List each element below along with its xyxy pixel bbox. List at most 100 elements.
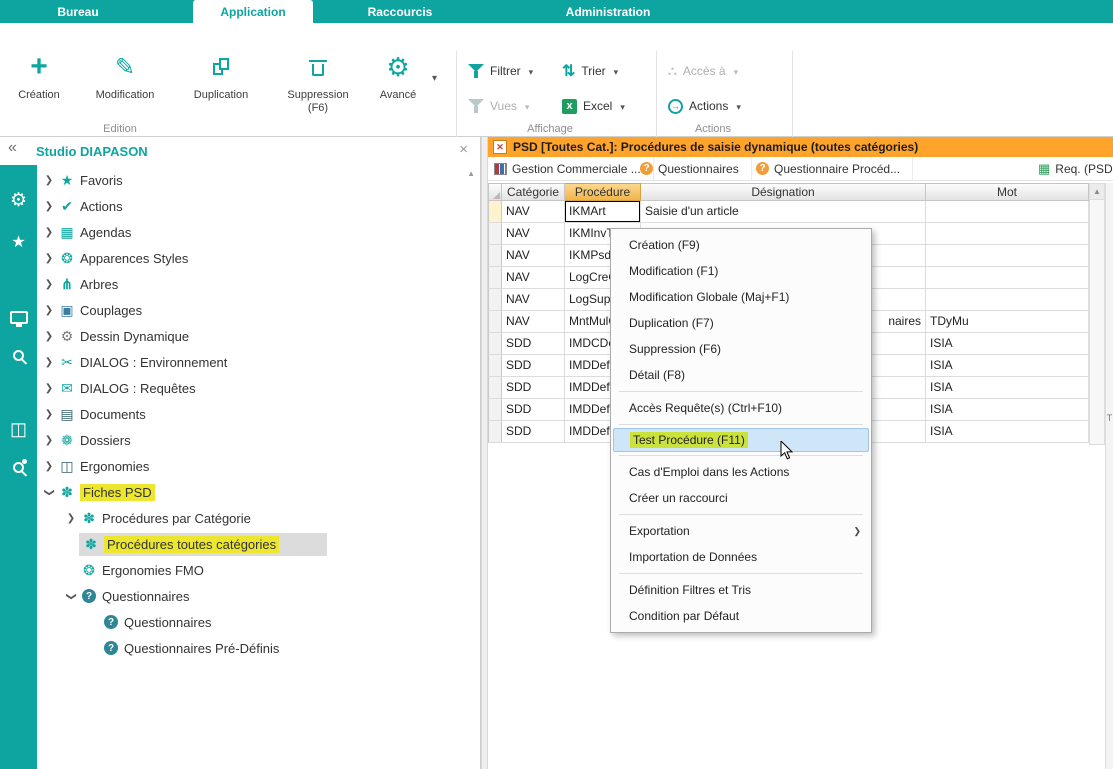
column-header-designation[interactable]: Désignation — [641, 183, 926, 201]
rail-search-plus-button[interactable] — [0, 452, 37, 482]
sidebar-item-ergonomies[interactable]: Ergonomies — [37, 453, 481, 479]
menu-item-modification-globale[interactable]: Modification Globale (Maj+F1) — [611, 284, 871, 310]
row-selector-header[interactable] — [488, 183, 502, 201]
rail-monitor-button[interactable] — [0, 302, 37, 332]
mot-cell[interactable] — [926, 201, 1089, 223]
sidebar-item-actions[interactable]: Actions — [37, 193, 481, 219]
sidebar-item-couplages[interactable]: Couplages — [37, 297, 481, 323]
scroll-up-icon[interactable] — [1090, 184, 1104, 200]
mot-cell[interactable] — [926, 289, 1089, 311]
tab-bureau[interactable]: Bureau — [30, 0, 126, 23]
sidebar-item-procedures-par-categorie[interactable]: Procédures par Catégorie — [37, 505, 481, 531]
chevron-right-icon[interactable] — [41, 305, 57, 316]
chevron-right-icon[interactable] — [41, 357, 57, 368]
chevron-right-icon[interactable] — [41, 253, 57, 264]
cat-cell[interactable]: SDD — [502, 399, 565, 421]
mot-cell[interactable]: ISIA — [926, 399, 1089, 421]
mot-cell[interactable] — [926, 223, 1089, 245]
menu-item-cas-demploi[interactable]: Cas d'Emploi dans les Actions — [611, 459, 871, 485]
chevron-right-icon[interactable] — [41, 175, 57, 186]
rail-favorites-button[interactable] — [0, 227, 37, 257]
menu-item-suppression[interactable]: Suppression (F6) — [611, 336, 871, 362]
row-selector[interactable] — [488, 355, 502, 377]
menu-item-exportation[interactable]: Exportation — [611, 518, 871, 544]
chevron-right-icon[interactable] — [63, 513, 79, 524]
chevron-right-icon[interactable] — [41, 279, 57, 290]
cat-cell[interactable]: SDD — [502, 355, 565, 377]
cat-cell[interactable]: NAV — [502, 289, 565, 311]
sidebar-item-questionnaires-pre-definis[interactable]: Questionnaires Pré-Définis — [37, 635, 481, 661]
sidebar-item-fiches-psd[interactable]: Fiches PSD — [37, 479, 481, 505]
cat-cell[interactable]: NAV — [502, 223, 565, 245]
row-selector[interactable] — [488, 377, 502, 399]
sidebar-item-apparences-styles[interactable]: Apparences Styles — [37, 245, 481, 271]
row-selector[interactable] — [488, 311, 502, 333]
des-cell[interactable]: Saisie d'un article — [641, 201, 926, 223]
menu-item-duplication[interactable]: Duplication (F7) — [611, 310, 871, 336]
avance-button[interactable]: Avancé — [370, 51, 426, 127]
cat-cell[interactable]: NAV — [502, 201, 565, 223]
sidebar-item-procedures-toutes-categories[interactable]: Procédures toutes catégories — [37, 531, 481, 557]
cat-cell[interactable]: SDD — [502, 377, 565, 399]
chevron-right-icon[interactable] — [41, 201, 57, 212]
sidebar-item-arbres[interactable]: Arbres — [37, 271, 481, 297]
menu-item-acces-requetes[interactable]: Accès Requête(s) (Ctrl+F10) — [611, 395, 871, 421]
menu-item-importation[interactable]: Importation de Données — [611, 544, 871, 570]
row-selector[interactable] — [488, 267, 502, 289]
rail-search-button[interactable] — [0, 340, 37, 370]
column-header-categorie[interactable]: Catégorie — [502, 183, 565, 201]
sidebar-item-dialog-requetes[interactable]: DIALOG : Requêtes — [37, 375, 481, 401]
trier-button[interactable]: Trier — [562, 60, 618, 82]
row-selector[interactable] — [488, 245, 502, 267]
collapse-sidebar-icon[interactable] — [8, 139, 17, 157]
doc-tab-questionnaires[interactable]: Questionnaires — [640, 157, 752, 180]
tab-administration[interactable]: Administration — [540, 0, 676, 23]
actions-button[interactable]: Actions — [668, 95, 741, 117]
vertical-scrollbar[interactable] — [1089, 183, 1105, 445]
row-selector[interactable] — [488, 289, 502, 311]
table-row[interactable]: NAV IKMArt Saisie d'un article — [488, 201, 1089, 223]
mot-cell[interactable]: ISIA — [926, 333, 1089, 355]
menu-item-modification[interactable]: Modification (F1) — [611, 258, 871, 284]
tab-raccourcis[interactable]: Raccourcis — [352, 0, 448, 23]
vues-button[interactable]: Vues — [468, 95, 529, 117]
cat-cell[interactable]: NAV — [502, 245, 565, 267]
column-header-procedure[interactable]: Procédure — [565, 183, 641, 201]
menu-item-creer-raccourci[interactable]: Créer un raccourci — [611, 485, 871, 511]
sidebar-item-dialog-environnement[interactable]: DIALOG : Environnement — [37, 349, 481, 375]
doc-tab-questionnaire-proced[interactable]: Questionnaire Procéd... — [756, 157, 913, 180]
chevron-down-icon[interactable] — [41, 487, 57, 498]
mot-cell[interactable] — [926, 267, 1089, 289]
sidebar-item-dossiers[interactable]: Dossiers — [37, 427, 481, 453]
column-header-mot[interactable]: Mot — [926, 183, 1089, 201]
chevron-right-icon[interactable] — [41, 383, 57, 394]
menu-item-creation[interactable]: Création (F9) — [611, 232, 871, 258]
close-icon[interactable] — [459, 141, 468, 158]
chevron-right-icon[interactable] — [41, 227, 57, 238]
chevron-right-icon[interactable] — [41, 435, 57, 446]
chevron-down-icon[interactable] — [63, 591, 79, 602]
rail-columns-button[interactable] — [0, 414, 37, 444]
menu-item-definition-filtres[interactable]: Définition Filtres et Tris — [611, 577, 871, 603]
doc-tab-gestion-commerciale[interactable]: Gestion Commerciale ... — [494, 157, 654, 180]
sidebar-item-questionnaires-2[interactable]: Questionnaires — [37, 609, 481, 635]
sidebar-item-agendas[interactable]: Agendas — [37, 219, 481, 245]
doc-tab-req-psd[interactable]: Req. (PSD — [1038, 157, 1113, 180]
rail-gear-button[interactable] — [0, 185, 37, 215]
mot-cell[interactable]: TDyMu — [926, 311, 1089, 333]
menu-item-test-procedure[interactable]: Test Procédure (F11) — [613, 428, 869, 452]
chevron-right-icon[interactable] — [41, 331, 57, 342]
duplication-button[interactable]: Duplication — [180, 51, 262, 127]
row-selector[interactable] — [488, 333, 502, 355]
cat-cell[interactable]: SDD — [502, 421, 565, 443]
cat-cell[interactable]: NAV — [502, 311, 565, 333]
suppression-button[interactable]: Suppression (F6) — [272, 51, 364, 127]
excel-button[interactable]: Excel — [562, 95, 625, 117]
row-selector[interactable] — [488, 201, 502, 223]
row-selector[interactable] — [488, 399, 502, 421]
mot-cell[interactable]: ISIA — [926, 377, 1089, 399]
mot-cell[interactable]: ISIA — [926, 421, 1089, 443]
acces-a-button[interactable]: Accès à — [668, 60, 738, 82]
mot-cell[interactable]: ISIA — [926, 355, 1089, 377]
sidebar-item-questionnaires[interactable]: Questionnaires — [37, 583, 481, 609]
